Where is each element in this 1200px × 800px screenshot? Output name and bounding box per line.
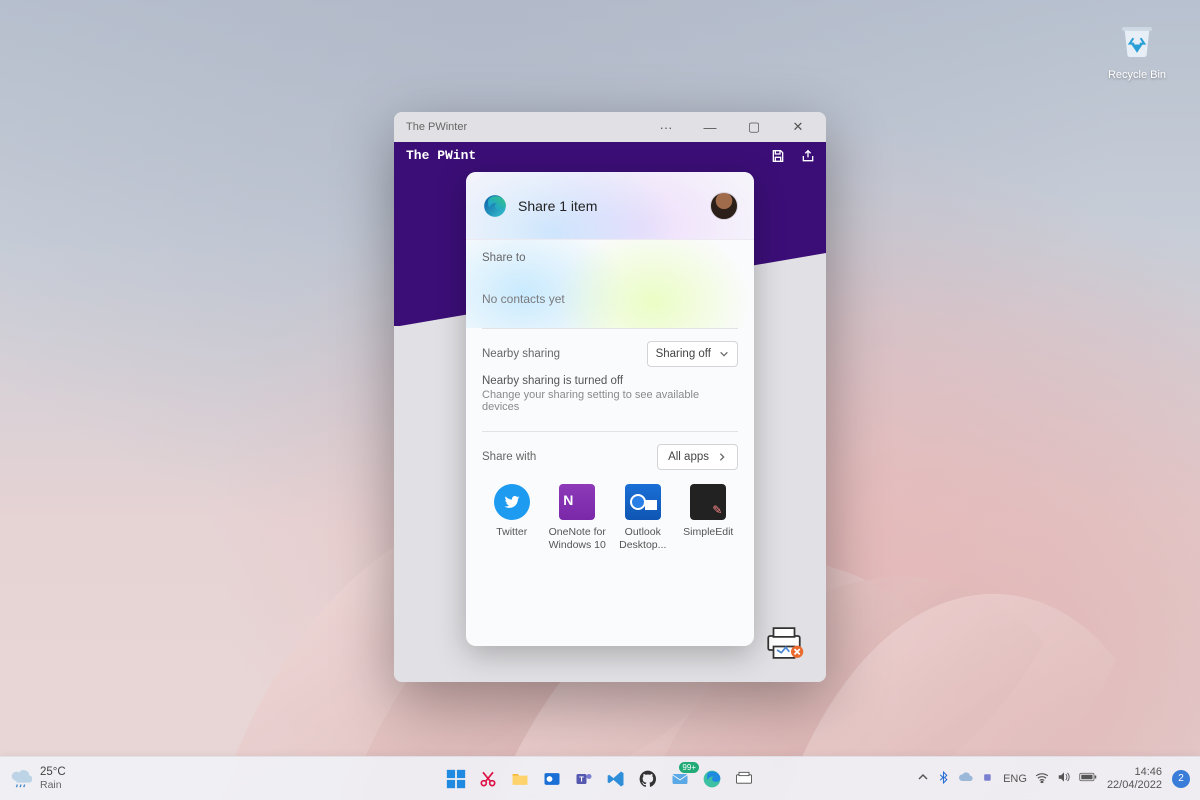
share-app-twitter[interactable]: Twitter (482, 484, 542, 551)
weather-widget[interactable]: 25°C Rain (10, 766, 190, 791)
share-app-onenote[interactable]: OneNote for Windows 10 (548, 484, 608, 551)
share-to-label: Share to (482, 252, 738, 264)
language-indicator[interactable]: ENG (1003, 773, 1027, 785)
app-logo-text: The PWint (406, 148, 476, 163)
bluetooth-icon[interactable] (937, 771, 950, 787)
share-with-label: Share with (482, 451, 536, 463)
tray-chevron-up-icon[interactable] (917, 771, 929, 786)
share-title: Share 1 item (518, 198, 597, 214)
app-window: The PWinter ··· — ▢ ✕ The PWint (394, 112, 826, 682)
share-app-outlook[interactable]: Outlook Desktop... (613, 484, 673, 551)
taskbar-mail[interactable] (667, 766, 693, 792)
save-icon[interactable] (770, 148, 786, 169)
nearby-info-title: Nearby sharing is turned off (482, 375, 738, 387)
recycle-bin-label: Recycle Bin (1108, 69, 1166, 81)
date: 22/04/2022 (1107, 779, 1162, 792)
weather-desc: Rain (40, 779, 66, 791)
share-with-section: Share with All apps Twitter (466, 432, 754, 563)
wifi-icon[interactable] (1035, 771, 1049, 786)
taskbar-teams[interactable]: T (571, 766, 597, 792)
close-button[interactable]: ✕ (776, 113, 820, 141)
svg-text:T: T (579, 774, 584, 783)
no-contacts-text: No contacts yet (482, 274, 738, 316)
onenote-icon (559, 484, 595, 520)
all-apps-button[interactable]: All apps (657, 444, 738, 470)
printer-status-icon[interactable] (762, 624, 806, 662)
taskbar: 25°C Rain T (0, 756, 1200, 800)
share-sheet: Share 1 item Share to No contacts yet Ne… (466, 172, 754, 646)
outlook-icon (625, 484, 661, 520)
nearby-value: Sharing off (656, 348, 711, 360)
share-header: Share 1 item (466, 172, 754, 240)
teams-tray-icon[interactable] (982, 771, 995, 787)
share-to-section: Share to No contacts yet (466, 240, 754, 328)
simpleedit-icon (690, 484, 726, 520)
titlebar[interactable]: The PWinter ··· — ▢ ✕ (394, 112, 826, 142)
onedrive-icon[interactable] (958, 771, 974, 786)
clock[interactable]: 14:46 22/04/2022 (1107, 766, 1162, 791)
time: 14:46 (1107, 766, 1162, 779)
weather-temp: 25°C (40, 766, 66, 779)
edge-icon (482, 193, 508, 219)
volume-icon[interactable] (1057, 771, 1071, 786)
chevron-right-icon (717, 452, 727, 462)
system-tray: ENG 14:46 22/04/2022 2 (917, 766, 1190, 791)
share-app-simpleedit[interactable]: SimpleEdit (679, 484, 739, 551)
taskbar-edge[interactable] (699, 766, 725, 792)
nearby-label: Nearby sharing (482, 348, 560, 360)
nearby-dropdown[interactable]: Sharing off (647, 341, 738, 367)
app-grid: Twitter OneNote for Windows 10 Outlook D… (482, 484, 738, 551)
taskbar-explorer[interactable] (507, 766, 533, 792)
taskbar-github[interactable] (635, 766, 661, 792)
user-avatar[interactable] (710, 192, 738, 220)
battery-icon[interactable] (1079, 772, 1097, 785)
taskbar-snipping[interactable] (475, 766, 501, 792)
taskbar-vscode[interactable] (603, 766, 629, 792)
twitter-icon (494, 484, 530, 520)
chevron-down-icon (719, 349, 729, 359)
maximize-button[interactable]: ▢ (732, 113, 776, 141)
taskbar-outlook[interactable] (539, 766, 565, 792)
taskbar-pwinter[interactable] (731, 766, 757, 792)
recycle-bin-icon (1115, 18, 1159, 62)
recycle-bin[interactable]: Recycle Bin (1102, 18, 1172, 81)
minimize-button[interactable]: — (688, 113, 732, 141)
weather-rain-icon (10, 768, 32, 790)
taskbar-center: T (443, 766, 757, 792)
window-title: The PWinter (406, 121, 467, 133)
share-icon[interactable] (800, 148, 816, 169)
nearby-section: Nearby sharing Sharing off Nearby sharin… (466, 329, 754, 431)
more-button[interactable]: ··· (644, 113, 688, 141)
start-button[interactable] (443, 766, 469, 792)
notification-center[interactable]: 2 (1172, 770, 1190, 788)
nearby-info-sub: Change your sharing setting to see avail… (482, 389, 738, 413)
